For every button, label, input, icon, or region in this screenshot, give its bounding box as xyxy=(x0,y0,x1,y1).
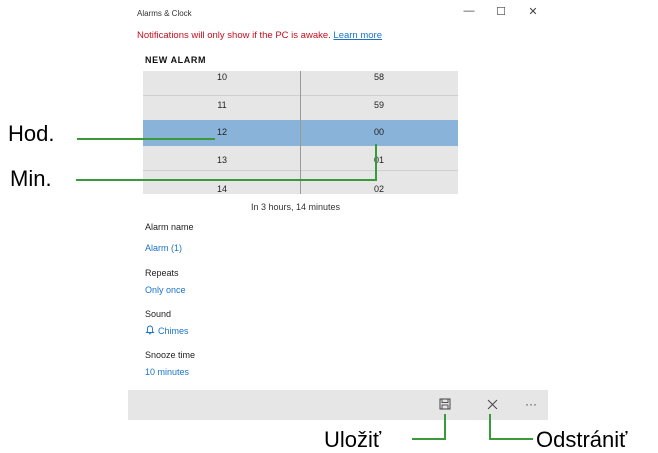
callout-line-minute-v xyxy=(375,144,377,181)
callout-delete: Odstrániť xyxy=(536,427,628,452)
learn-more-link[interactable]: Learn more xyxy=(333,30,382,41)
snooze-dropdown[interactable]: 10 minutes xyxy=(145,367,189,377)
callout-save: Uložiť xyxy=(324,427,382,452)
save-icon xyxy=(439,398,451,410)
delete-button[interactable] xyxy=(483,396,501,414)
snooze-label: Snooze time xyxy=(145,350,196,360)
time-picker[interactable]: 10 11 12 13 14 58 59 00 01 02 xyxy=(143,71,458,194)
close-window-button[interactable]: ✕ xyxy=(526,5,540,18)
minute-option[interactable]: 01 xyxy=(359,155,399,165)
app-title: Alarms & Clock xyxy=(137,9,192,18)
column-divider xyxy=(300,71,301,194)
sound-label: Sound xyxy=(145,309,172,319)
new-alarm-header: NEW ALARM xyxy=(145,55,207,65)
more-options-button[interactable]: ··· xyxy=(522,395,540,413)
sound-value: Chimes xyxy=(158,326,189,336)
callout-minute: Min. xyxy=(10,166,52,191)
minute-option[interactable]: 59 xyxy=(359,100,399,110)
command-bar: ··· xyxy=(128,390,548,420)
notice-text: Notifications will only show if the PC i… xyxy=(137,30,331,41)
save-button[interactable] xyxy=(436,396,454,414)
repeats-dropdown[interactable]: Only once xyxy=(145,285,186,295)
callout-line-save-v xyxy=(444,414,446,440)
callout-line-delete-v xyxy=(489,414,491,440)
callout-hour: Hod. xyxy=(8,121,55,146)
sound-dropdown[interactable]: Chimes xyxy=(145,325,189,336)
hour-option[interactable]: 14 xyxy=(202,184,242,194)
countdown-text: In 3 hours, 14 minutes xyxy=(251,202,341,212)
alarm-name-field[interactable]: Alarm (1) xyxy=(145,243,182,253)
bell-icon xyxy=(145,325,155,335)
hour-option[interactable]: 13 xyxy=(202,155,242,165)
callout-line-save-h xyxy=(412,438,446,440)
callout-line-delete-h xyxy=(489,438,533,440)
minute-option[interactable]: 58 xyxy=(359,72,399,82)
minimize-button[interactable]: — xyxy=(462,5,476,17)
minute-option[interactable]: 02 xyxy=(359,184,399,194)
awake-notice: Notifications will only show if the PC i… xyxy=(137,30,382,41)
callout-line-minute-h xyxy=(76,179,377,181)
hour-option[interactable]: 11 xyxy=(202,100,242,110)
alarm-name-label: Alarm name xyxy=(145,222,194,232)
repeats-label: Repeats xyxy=(145,268,179,278)
hour-selected[interactable]: 12 xyxy=(202,127,242,137)
close-icon xyxy=(487,399,497,410)
callout-line-hour xyxy=(77,138,215,140)
maximize-button[interactable]: ☐ xyxy=(494,5,508,18)
minute-selected[interactable]: 00 xyxy=(359,127,399,137)
hour-option[interactable]: 10 xyxy=(202,72,242,82)
